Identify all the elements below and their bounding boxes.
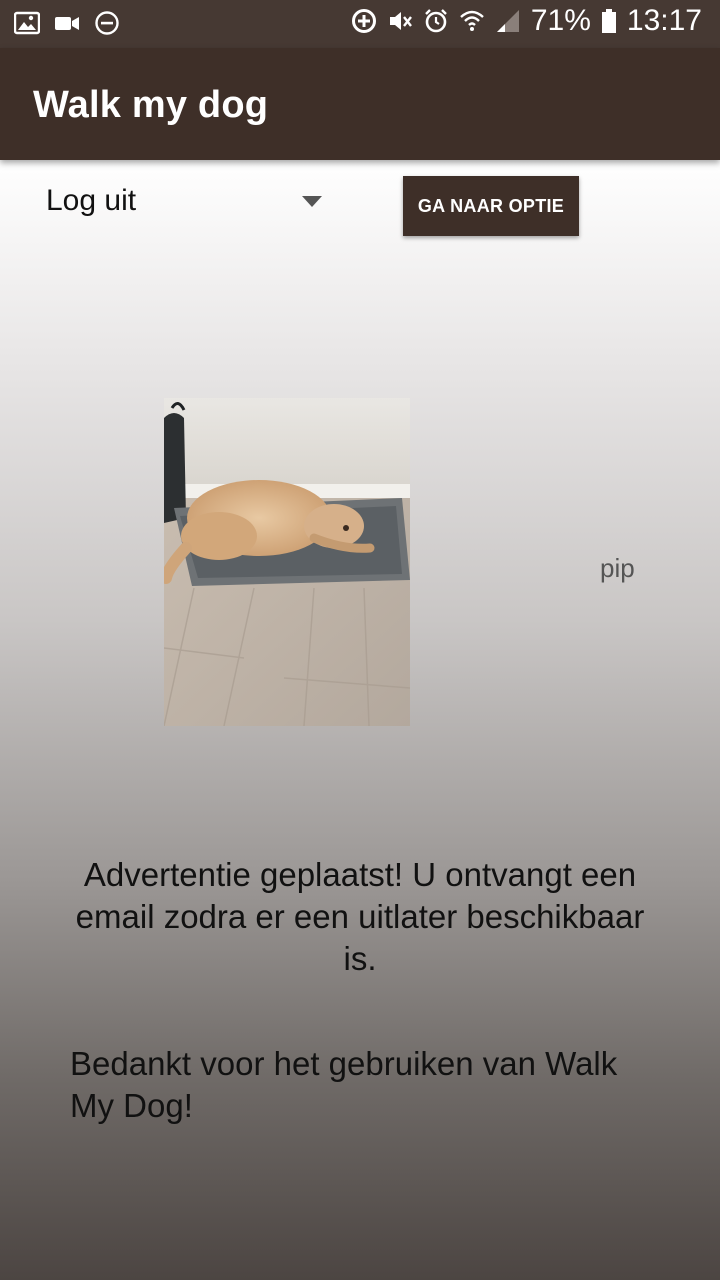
battery-percent: 71%	[530, 4, 591, 37]
clock: 13:17	[626, 4, 702, 37]
status-right-icons: 71% 13:17	[351, 4, 702, 38]
dropdown-selected-value: Log uit	[46, 184, 137, 217]
status-bar: 71% 13:17	[0, 0, 720, 48]
app-title: Walk my dog	[33, 84, 269, 126]
confirmation-message: Advertentie geplaatst! U ontvangt een em…	[75, 856, 645, 977]
dog-photo	[164, 398, 410, 726]
alarm-icon	[423, 8, 449, 34]
wifi-icon	[459, 8, 485, 34]
data-saver-icon	[351, 8, 377, 34]
image-icon	[14, 10, 40, 36]
dog-name-label: pip	[600, 553, 635, 583]
mute-icon	[387, 8, 413, 34]
battery-icon	[601, 8, 617, 34]
status-left-icons	[14, 10, 120, 36]
thanks-message: Bedankt voor het gebruiken van Walk My D…	[70, 1045, 618, 1124]
video-camera-icon	[54, 10, 80, 36]
app-bar: Walk my dog	[0, 48, 720, 160]
do-not-disturb-icon	[94, 10, 120, 36]
signal-icon	[495, 8, 521, 34]
go-to-option-button[interactable]: GA NAAR OPTIE	[403, 176, 579, 236]
dropdown-arrow-icon	[302, 196, 322, 207]
option-dropdown[interactable]: Log uit	[46, 176, 336, 228]
